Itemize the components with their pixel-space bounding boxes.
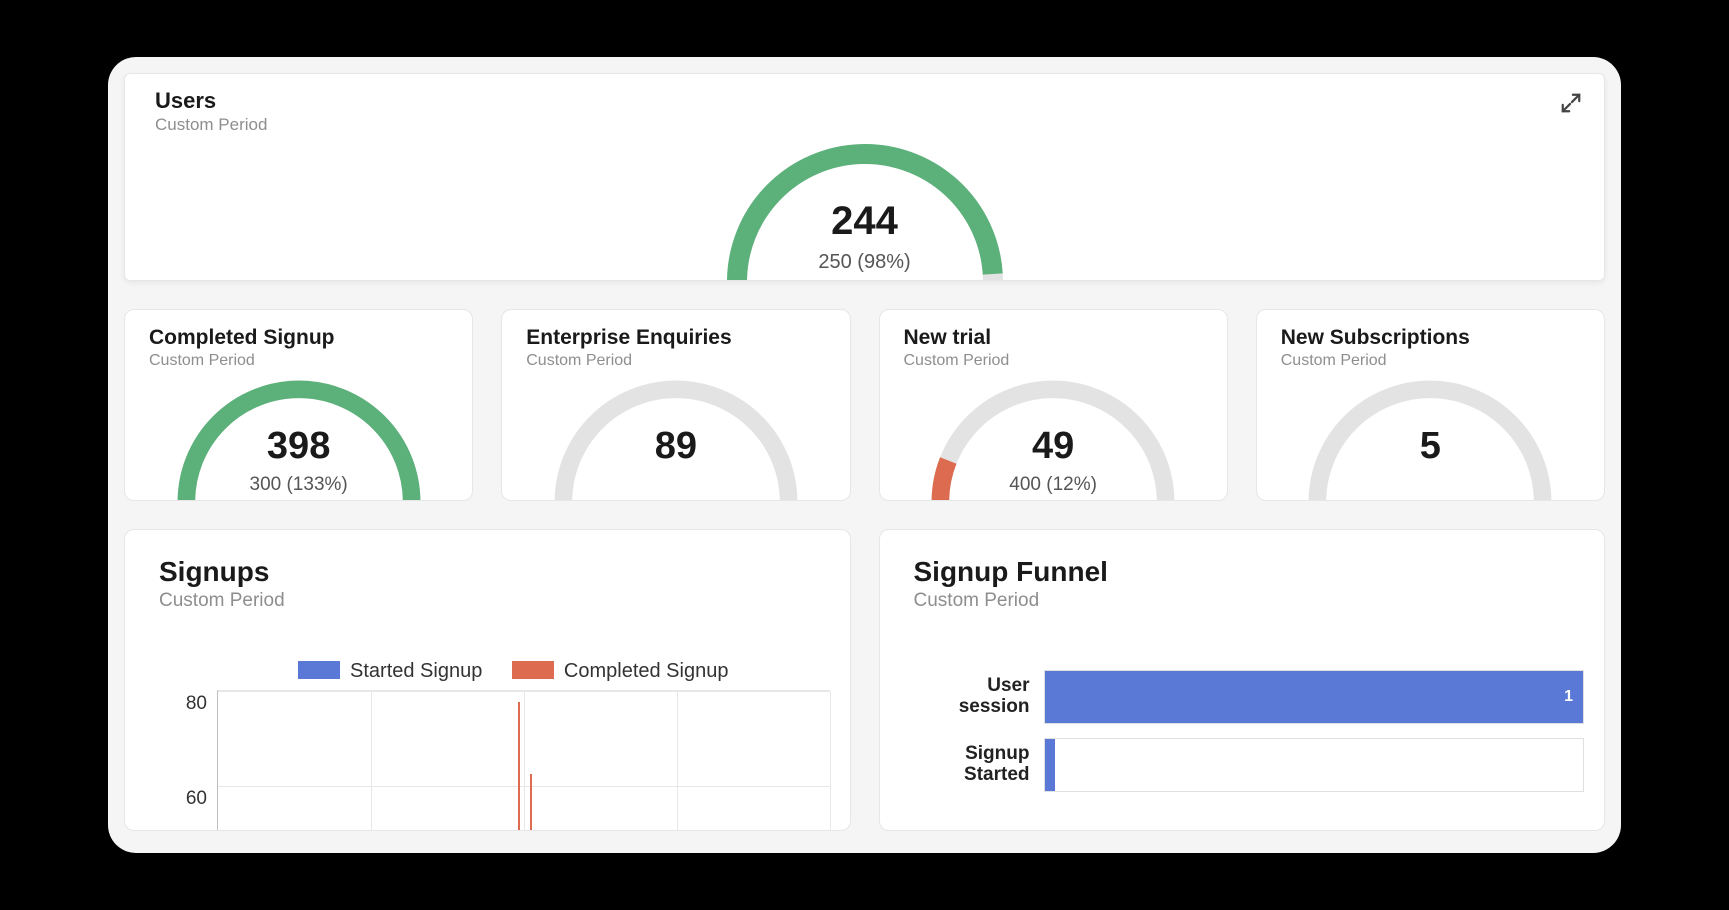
expand-icon[interactable] [1560,92,1582,114]
card-new-trial: New trial Custom Period 49 400 (12%) [879,309,1228,501]
dashboard-viewport: Users Custom Period 244 250 (98%) Comple… [108,57,1621,853]
gauge-users-value: 244 [715,199,1015,244]
card-signups-title: Signups [159,556,816,588]
signups-legend: Started Signup Completed Signup [173,660,830,683]
gauge-completed-signup: 398 300 (133%) [149,370,449,501]
legend-swatch-started [298,661,340,679]
card-users-title: Users [155,88,1574,113]
legend-label-started: Started Signup [350,660,482,682]
gauge-value: 5 [1280,425,1580,468]
funnel-row-signup-started: Signup Started [914,738,1585,792]
funnel-label: User session [914,676,1044,718]
gauge-detail: 400 (12%) [903,474,1203,496]
card-subtitle: Custom Period [149,352,448,370]
y-tick: 60 [186,788,207,810]
signups-chart: Started Signup Completed Signup 80 60 [173,660,830,830]
card-signup-funnel: Signup Funnel Custom Period User session… [879,529,1606,831]
funnel-track: 1 [1044,670,1585,724]
gauge-value: 49 [903,425,1203,468]
card-funnel-title: Signup Funnel [914,556,1571,588]
data-spike [518,702,520,830]
card-funnel-subtitle: Custom Period [914,590,1571,612]
card-subtitle: Custom Period [526,352,825,370]
legend-label-completed: Completed Signup [564,660,729,682]
card-completed-signup: Completed Signup Custom Period 398 300 (… [124,309,473,501]
funnel-bar: 1 [1045,671,1584,723]
card-new-subscriptions: New Subscriptions Custom Period 5 [1256,309,1605,501]
funnel-row-user-session: User session 1 [914,670,1585,724]
y-axis: 80 60 [173,690,213,830]
gauge-enterprise-enquiries: 89 [526,370,826,501]
gauge-detail: 300 (133%) [149,474,449,496]
funnel-bar-value: 1 [1564,688,1573,706]
gauge-users-detail: 250 (98%) [715,251,1015,274]
card-title: Completed Signup [149,326,448,350]
data-spike [530,774,532,830]
legend-swatch-completed [512,661,554,679]
card-title: Enterprise Enquiries [526,326,825,350]
funnel-chart: User session 1 Signup Started [914,670,1585,830]
card-enterprise-enquiries: Enterprise Enquiries Custom Period 89 [501,309,850,501]
card-title: New Subscriptions [1281,326,1580,350]
card-title: New trial [904,326,1203,350]
funnel-bar [1045,739,1055,791]
card-subtitle: Custom Period [1281,352,1580,370]
card-subtitle: Custom Period [904,352,1203,370]
card-signups-subtitle: Custom Period [159,590,816,612]
gauge-new-trial: 49 400 (12%) [903,370,1203,501]
gauge-value: 398 [149,425,449,468]
gauge-value: 89 [526,425,826,468]
card-signups: Signups Custom Period Started Signup Com… [124,529,851,831]
plot-area [217,690,830,830]
y-tick: 80 [186,693,207,715]
funnel-label: Signup Started [914,744,1044,786]
gauge-new-subscriptions: 5 [1280,370,1580,501]
card-users: Users Custom Period 244 250 (98%) [124,73,1605,281]
gauge-users: 244 250 (98%) [715,132,1015,281]
funnel-track [1044,738,1585,792]
